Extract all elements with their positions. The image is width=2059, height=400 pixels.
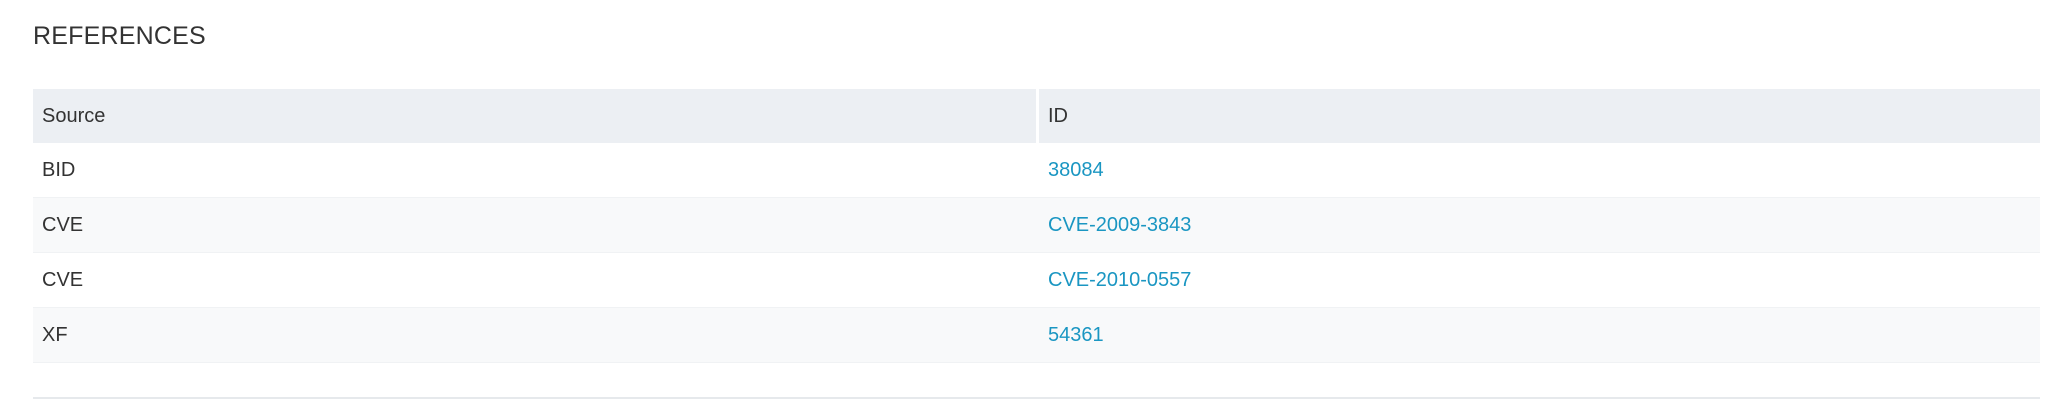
table-header-row: Source ID — [33, 89, 2040, 143]
column-header-source: Source — [33, 89, 1036, 143]
table-row: CVE CVE-2009-3843 — [33, 198, 2040, 253]
references-title: REFERENCES — [33, 22, 206, 50]
reference-id-link[interactable]: CVE-2009-3843 — [1048, 214, 1191, 236]
section-divider — [33, 397, 2040, 399]
source-cell: CVE — [33, 198, 1036, 253]
table-row: XF 54361 — [33, 308, 2040, 363]
id-cell: CVE-2009-3843 — [1036, 198, 2040, 253]
id-cell: CVE-2010-0557 — [1036, 253, 2040, 308]
id-cell: 38084 — [1036, 143, 2040, 198]
reference-id-link[interactable]: CVE-2010-0557 — [1048, 269, 1191, 291]
source-cell: XF — [33, 308, 1036, 363]
table-row: BID 38084 — [33, 143, 2040, 198]
references-table: Source ID BID 38084 CVE CVE-2009-3843 CV… — [33, 89, 2040, 363]
column-header-id: ID — [1036, 89, 2040, 143]
source-cell: CVE — [33, 253, 1036, 308]
id-cell: 54361 — [1036, 308, 2040, 363]
table-row: CVE CVE-2010-0557 — [33, 253, 2040, 308]
source-cell: BID — [33, 143, 1036, 198]
references-section: REFERENCES Source ID BID 38084 CVE CVE-2… — [0, 0, 2059, 400]
reference-id-link[interactable]: 38084 — [1048, 159, 1104, 181]
reference-id-link[interactable]: 54361 — [1048, 324, 1104, 346]
